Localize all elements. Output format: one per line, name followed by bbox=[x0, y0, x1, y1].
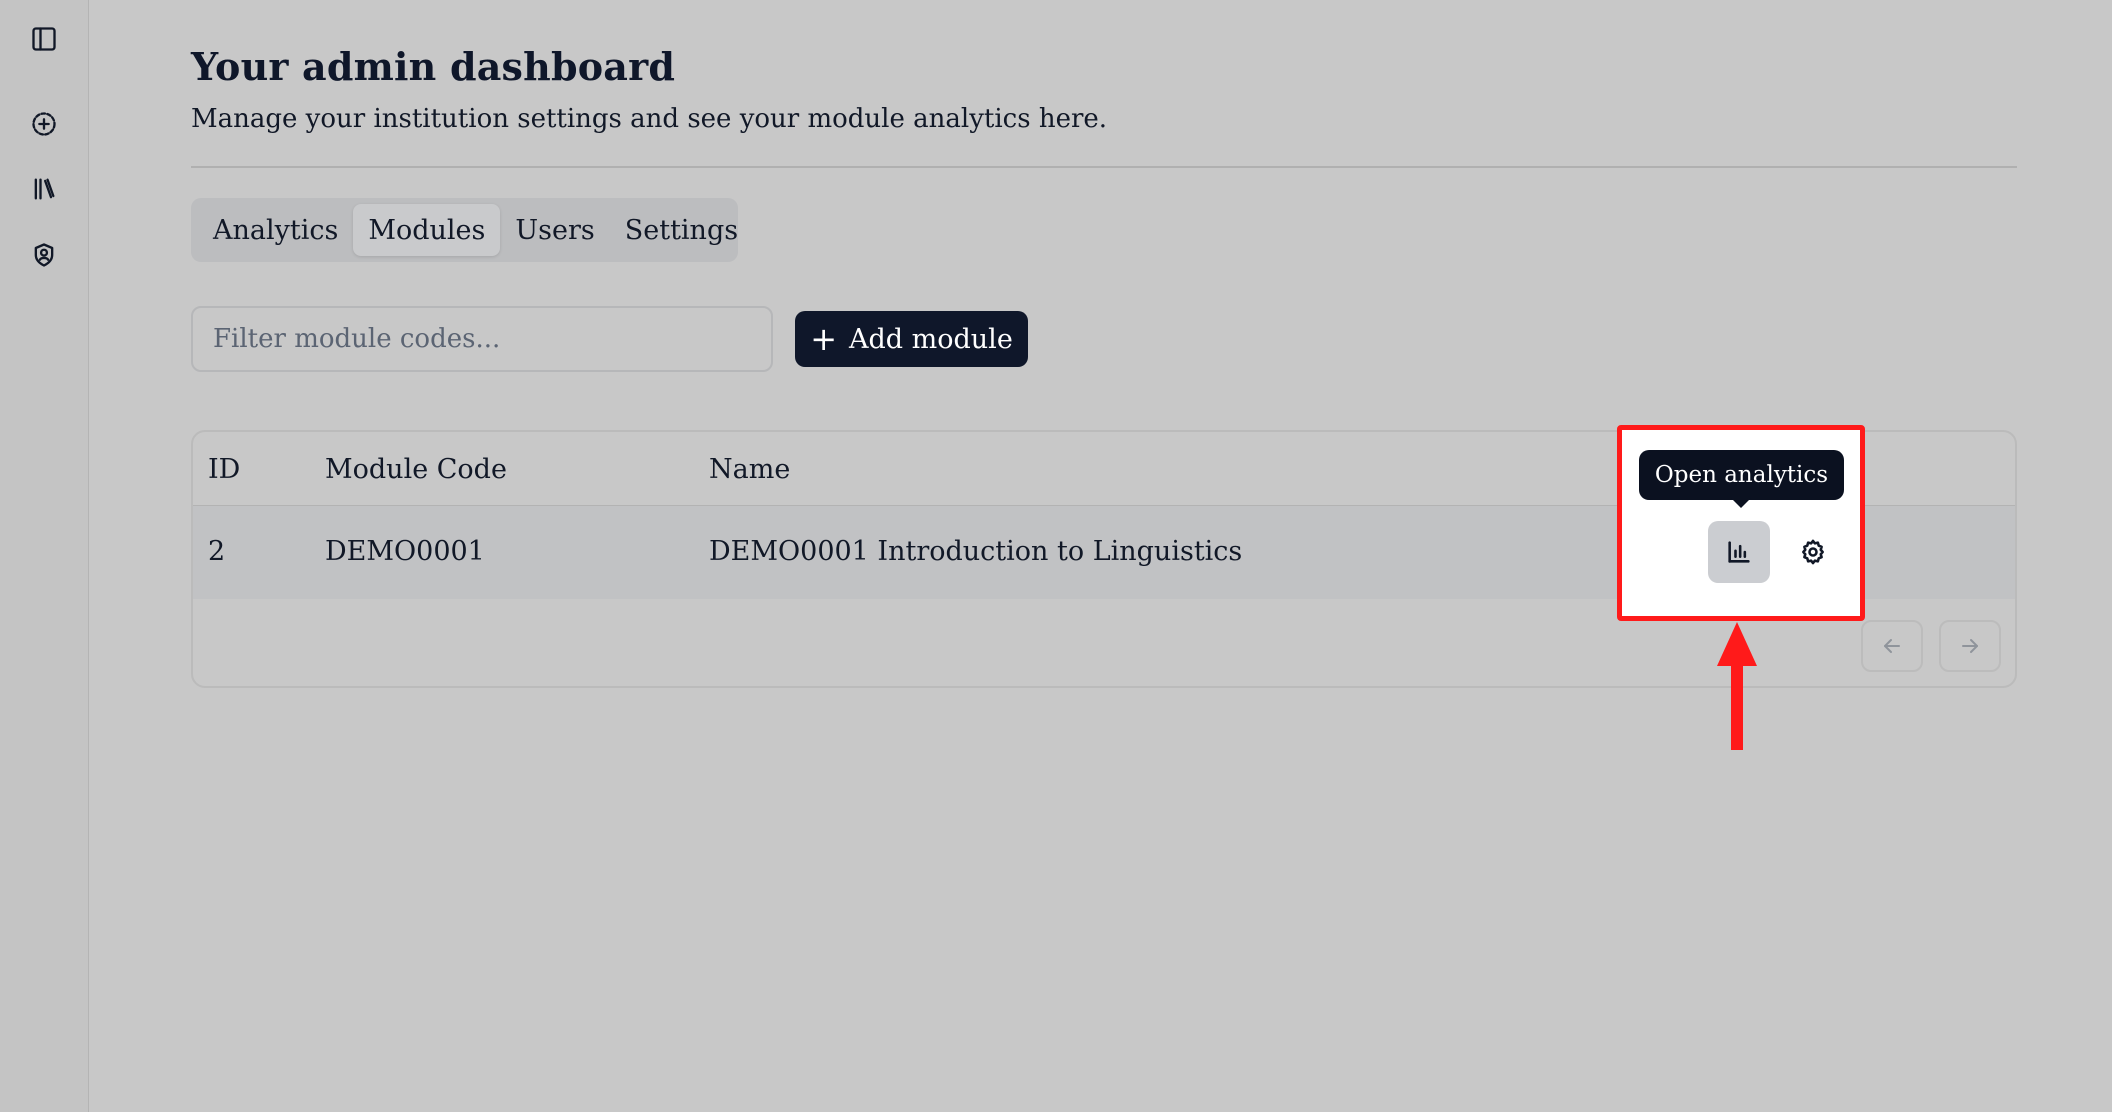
cell-module-code: DEMO0001 bbox=[325, 536, 485, 567]
cell-id: 2 bbox=[208, 536, 226, 567]
add-circle-icon[interactable] bbox=[22, 102, 66, 146]
tab-settings[interactable]: Settings bbox=[610, 204, 753, 256]
tab-users[interactable]: Users bbox=[500, 204, 609, 256]
column-header-id: ID bbox=[208, 454, 241, 485]
next-page-button[interactable] bbox=[1939, 620, 2001, 672]
arrow-left-icon bbox=[1884, 639, 1900, 653]
tab-modules[interactable]: Modules bbox=[353, 204, 501, 256]
add-module-label: Add module bbox=[849, 323, 1013, 355]
gear-icon bbox=[1802, 539, 1824, 565]
arrow-right-icon bbox=[1962, 639, 1978, 653]
library-icon[interactable] bbox=[22, 167, 66, 211]
column-header-name: Name bbox=[709, 454, 791, 485]
panel-toggle-icon[interactable] bbox=[22, 17, 66, 61]
filter-input[interactable] bbox=[191, 306, 773, 372]
page-subtitle: Manage your institution settings and see… bbox=[191, 104, 1108, 134]
cell-name: DEMO0001 Introduction to Linguistics bbox=[709, 536, 1243, 567]
divider bbox=[191, 166, 2017, 168]
open-analytics-tooltip: Open analytics bbox=[1639, 450, 1844, 500]
tooltip-caret bbox=[1731, 498, 1751, 508]
add-module-button[interactable]: + Add module bbox=[795, 311, 1028, 367]
shield-user-icon[interactable] bbox=[22, 233, 66, 277]
bar-chart-icon bbox=[1728, 541, 1750, 563]
previous-page-button[interactable] bbox=[1861, 620, 1923, 672]
tab-analytics[interactable]: Analytics bbox=[198, 204, 353, 256]
red-arrow-annotation bbox=[1717, 622, 1757, 750]
column-header-module-code: Module Code bbox=[325, 454, 507, 485]
open-analytics-button[interactable] bbox=[1708, 521, 1770, 583]
plus-icon: + bbox=[810, 320, 837, 358]
page-title: Your admin dashboard bbox=[191, 44, 676, 89]
tab-bar: Analytics Modules Users Settings bbox=[191, 198, 738, 262]
sidebar bbox=[0, 0, 89, 1112]
module-settings-button[interactable] bbox=[1782, 521, 1844, 583]
